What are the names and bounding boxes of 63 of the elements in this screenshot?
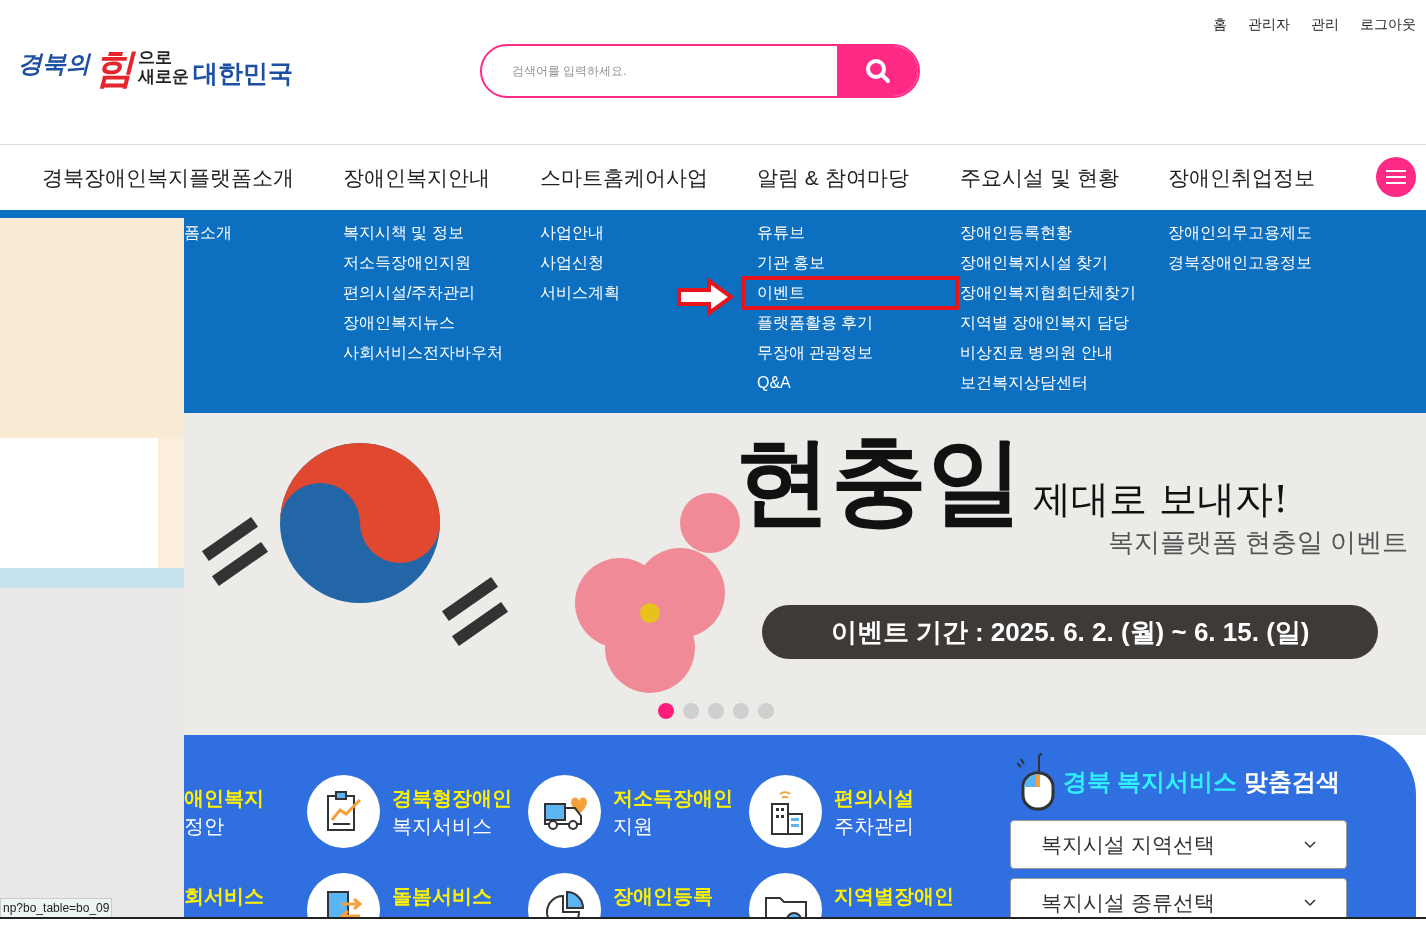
nav-menu-item[interactable]: 경북장애인복지플랫폼소개: [42, 165, 294, 189]
service-subtitle: 주차관리: [834, 814, 914, 839]
nav-menu-item[interactable]: 장애인취업정보: [1168, 165, 1315, 189]
chevron-down-icon: [1304, 898, 1316, 907]
dropdown-item[interactable]: 서비스계획: [540, 281, 620, 305]
service-title[interactable]: 회서비스: [184, 882, 264, 910]
banner-headline: 현충일: [735, 433, 1023, 529]
dropdown-item[interactable]: 사회서비스전자바우처: [343, 341, 503, 365]
dropdown-item[interactable]: 이벤트: [741, 276, 959, 310]
nav-menu-item[interactable]: 스마트홈케어사업: [540, 165, 708, 189]
service-subtitle: 지원: [613, 814, 654, 839]
dropdown-item[interactable]: 경북장애인고용정보: [1168, 251, 1312, 275]
nav-menu-item[interactable]: 장애인복지안내: [343, 165, 490, 189]
dropdown-item[interactable]: 유튜브: [757, 221, 805, 245]
dropdown-item[interactable]: 기관 홍보: [757, 251, 826, 275]
chevron-down-icon: [1304, 840, 1316, 849]
dropdown-item[interactable]: 장애인의무고용제도: [1168, 221, 1312, 245]
dropdown-item[interactable]: 폼소개: [184, 221, 232, 245]
service-title[interactable]: 애인복지: [184, 784, 264, 812]
service-title[interactable]: 경북형장애인: [392, 784, 512, 812]
service-title[interactable]: 편의시설: [834, 784, 914, 812]
select-dropdown[interactable]: 복지시설 종류선택: [1010, 878, 1347, 917]
dropdown-item[interactable]: 복지시책 및 정보: [343, 221, 464, 245]
nav-menu-item[interactable]: 알림 & 참여마당: [757, 165, 909, 189]
dropdown-item[interactable]: 비상진료 병의원 안내: [960, 341, 1113, 365]
service-subtitle: 복지서비스: [392, 814, 493, 839]
top-link[interactable]: 홈: [1213, 14, 1227, 35]
banner-subtitle: 복지플랫폼 현충일 이벤트: [1108, 526, 1409, 559]
dropdown-item[interactable]: 무장애 관광정보: [757, 341, 874, 365]
menu-button[interactable]: [1376, 157, 1416, 197]
event-period-label: 이벤트 기간 : 2025. 6. 2. (월) ~ 6. 15. (일): [762, 605, 1378, 659]
dropdown-item[interactable]: Q&A: [757, 371, 791, 395]
dropdown-item[interactable]: 장애인복지협회단체찾기: [960, 281, 1136, 305]
dropdown-item[interactable]: 지역별 장애인복지 담당: [960, 311, 1129, 335]
search-button[interactable]: [837, 46, 918, 96]
banner-tagline: 제대로 보내자!: [1033, 476, 1289, 523]
search-panel-title: 경북 복지서비스 맞춤검색: [1062, 767, 1341, 797]
service-title[interactable]: 돌봄서비스: [392, 882, 492, 910]
dropdown-item[interactable]: 장애인등록현황: [960, 221, 1072, 245]
status-url: np?bo_table=bo_09: [0, 898, 113, 917]
search-icon: [864, 58, 891, 84]
dropdown-item[interactable]: 저소득장애인지원: [343, 251, 471, 275]
service-title[interactable]: 저소득장애인: [613, 784, 733, 812]
pointer-arrow-icon: [675, 277, 735, 317]
mouse-icon: [1016, 753, 1055, 811]
dropdown-item[interactable]: 편의시설/주차관리: [343, 281, 476, 305]
search-bar[interactable]: 검색어를 입력하세요.: [480, 44, 920, 98]
service-title[interactable]: 장애인등록: [613, 882, 713, 910]
top-link[interactable]: 로그아웃: [1360, 14, 1416, 35]
dropdown-item[interactable]: 플랫폼활용 후기: [757, 311, 874, 335]
dropdown-item[interactable]: 사업신청: [540, 251, 604, 275]
service-subtitle: 정안: [184, 814, 225, 839]
select-dropdown[interactable]: 복지시설 지역선택: [1010, 820, 1347, 869]
dropdown-item[interactable]: 장애인복지시설 찾기: [960, 251, 1109, 275]
search-field[interactable]: 검색어를 입력하세요.: [482, 46, 837, 96]
dropdown-item[interactable]: 장애인복지뉴스: [343, 311, 455, 335]
menu-icon: [1386, 170, 1406, 184]
dropdown-item[interactable]: 보건복지상담센터: [960, 371, 1088, 395]
service-title[interactable]: 지역별장애인: [834, 882, 954, 910]
top-link[interactable]: 관리자: [1248, 14, 1290, 35]
top-link[interactable]: 관리: [1311, 14, 1339, 35]
nav-menu-item[interactable]: 주요시설 및 현황: [960, 165, 1119, 189]
dropdown-item[interactable]: 사업안내: [540, 221, 604, 245]
